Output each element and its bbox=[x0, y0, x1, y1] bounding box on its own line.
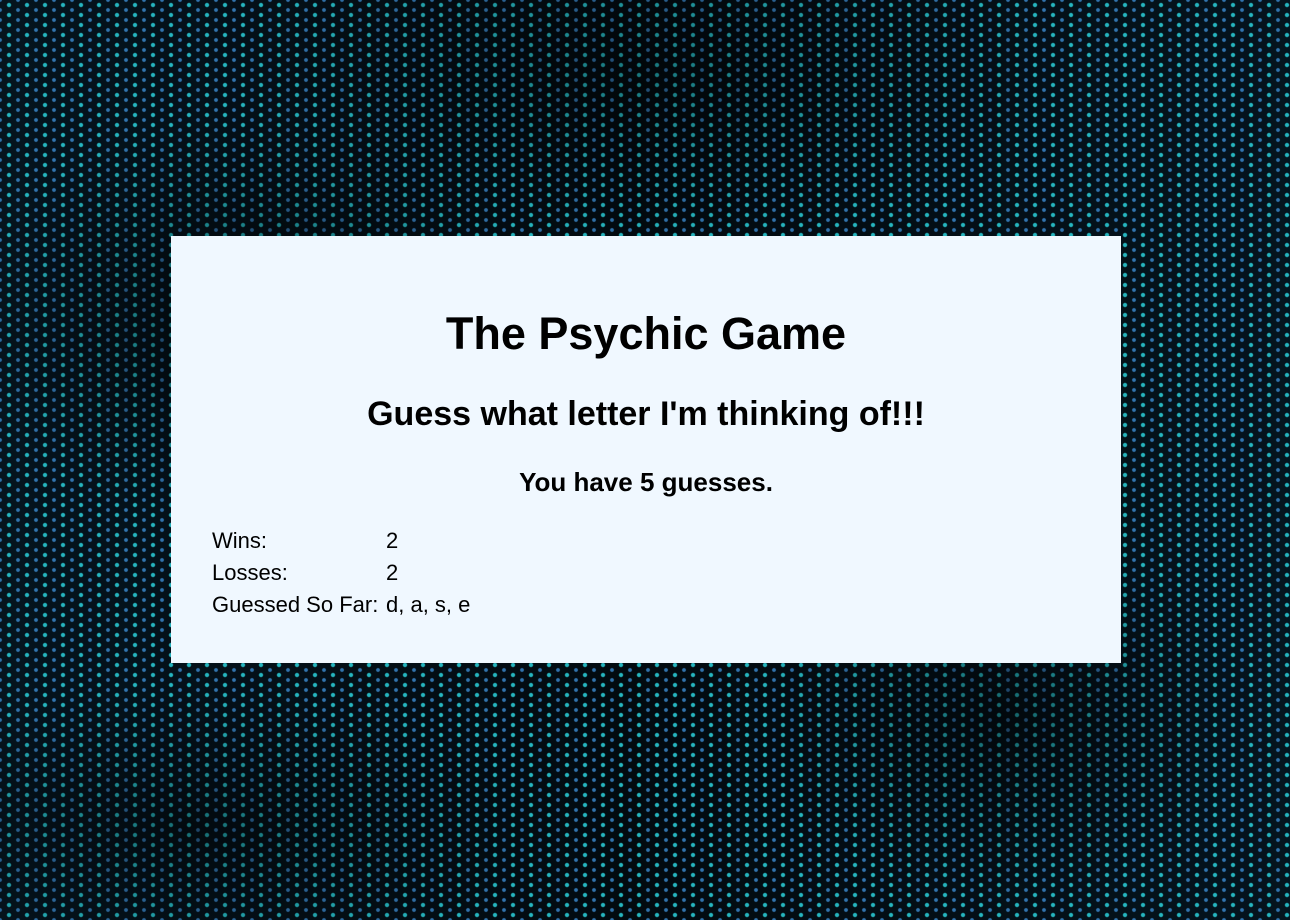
game-subtitle: Guess what letter I'm thinking of!!! bbox=[367, 395, 925, 433]
guessed-so-far-value: d, a, s, e bbox=[386, 592, 471, 617]
losses-value: 2 bbox=[386, 560, 399, 585]
wins-label: Wins: bbox=[212, 528, 267, 553]
wins-value: 2 bbox=[386, 528, 399, 553]
game-panel: The Psychic Game Guess what letter I'm t… bbox=[171, 236, 1121, 663]
wins-row: Wins: 2 bbox=[212, 525, 470, 557]
guessed-so-far-row: Guessed So Far: d, a, s, e bbox=[212, 589, 470, 621]
game-title: The Psychic Game bbox=[445, 308, 847, 359]
losses-row: Losses: 2 bbox=[212, 557, 470, 589]
guesses-remaining-text: You have 5 guesses. bbox=[519, 467, 773, 497]
guessed-so-far-label: Guessed So Far: bbox=[212, 592, 379, 617]
stats-block: Wins: 2 Losses: 2 Guessed So Far: d, a, … bbox=[212, 525, 470, 621]
losses-label: Losses: bbox=[212, 560, 288, 585]
